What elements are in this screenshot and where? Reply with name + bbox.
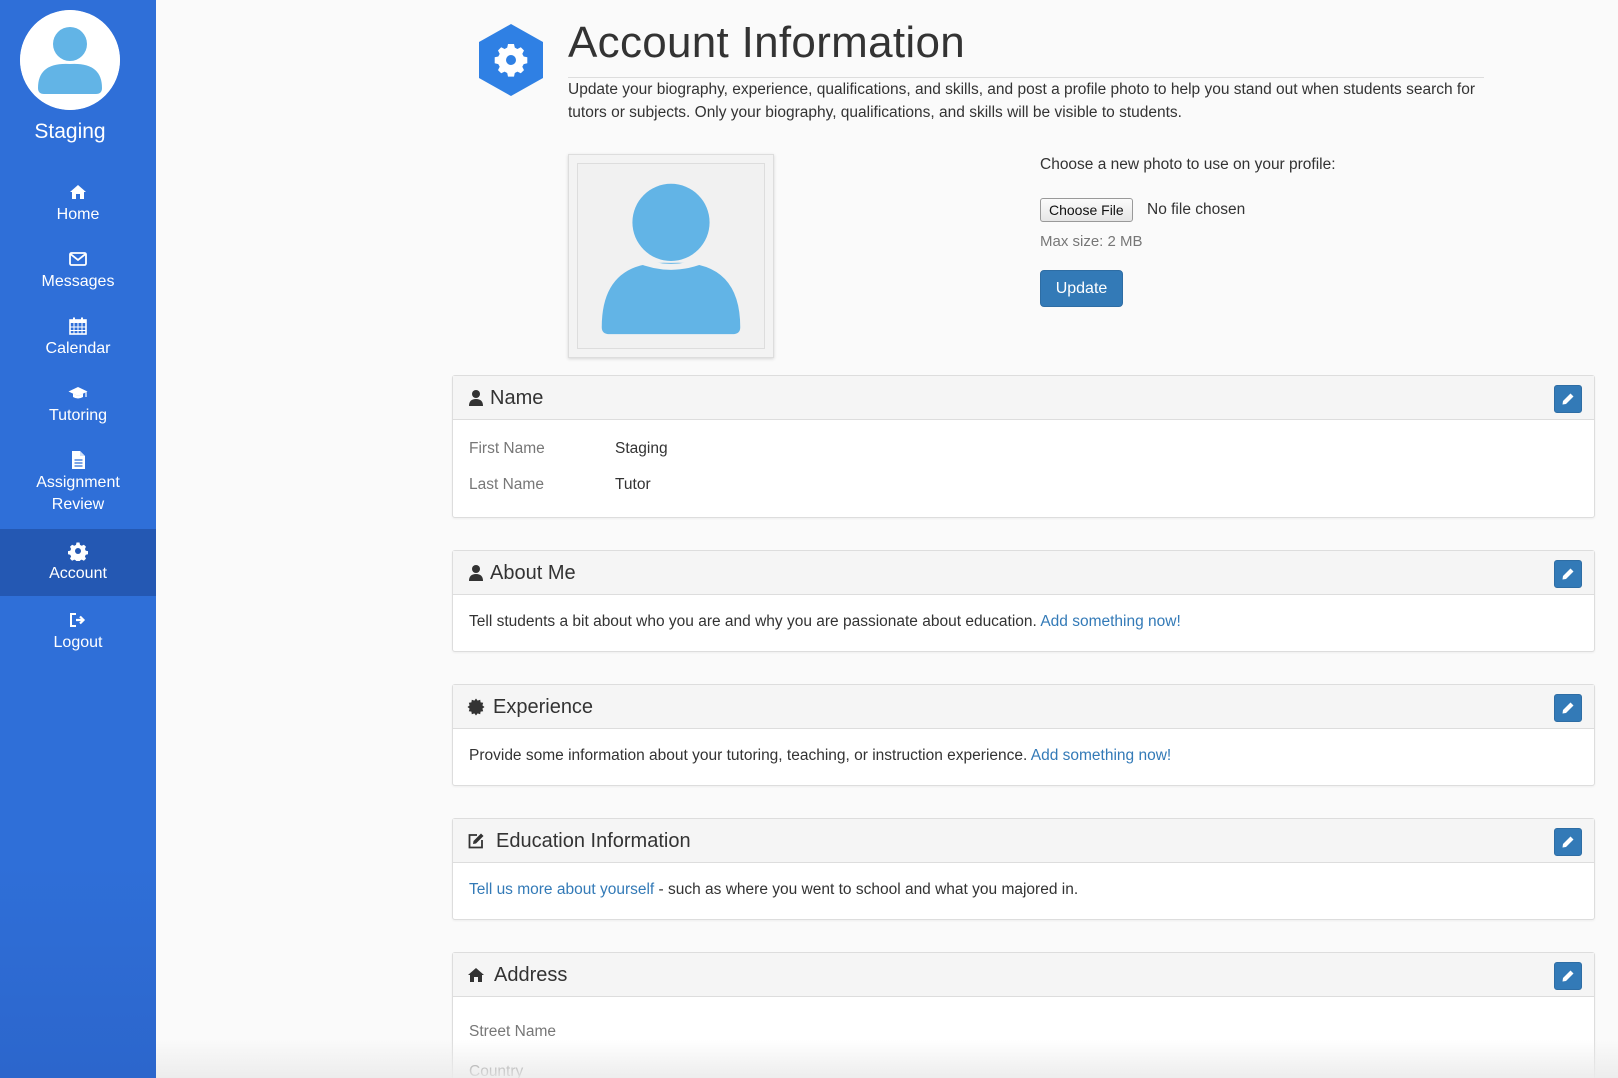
street-name-row: Street Name: [469, 1021, 1578, 1061]
sidebar-item-calendar[interactable]: Calendar: [0, 316, 156, 360]
experience-panel: Experience Provide some information abou…: [452, 684, 1595, 786]
sidebar-item-account[interactable]: Account: [0, 529, 156, 596]
file-icon: [68, 450, 88, 470]
name-panel: Name First Name Staging Last Name Tutor: [452, 375, 1595, 518]
sidebar-item-tutoring[interactable]: Tutoring: [0, 383, 156, 427]
sidebar: Staging Home Messages Calendar Tutoring …: [0, 0, 156, 1078]
field-label: First Name: [469, 440, 545, 457]
panel-header: Name: [453, 376, 1594, 420]
home-icon: [68, 182, 88, 202]
panel-title: Name: [490, 387, 544, 409]
last-name-row: Last Name Tutor: [469, 474, 1578, 510]
panel-title: Experience: [493, 696, 594, 718]
panel-header: About Me: [453, 551, 1594, 595]
graduation-cap-icon: [68, 383, 88, 403]
edit-about-button[interactable]: [1554, 560, 1582, 588]
panel-title: About Me: [490, 562, 576, 584]
sign-out-icon: [68, 610, 88, 630]
user-icon: [467, 389, 485, 407]
pencil-icon: [1562, 702, 1574, 714]
certificate-icon: [467, 698, 485, 716]
sidebar-item-home[interactable]: Home: [0, 182, 156, 226]
brand-name: Staging: [34, 120, 106, 143]
sidebar-item-label: Assignment Review: [36, 474, 120, 513]
edit-square-icon: [467, 832, 485, 850]
choose-photo-label: Choose a new photo to use on your profil…: [1040, 156, 1336, 173]
file-status-text: No file chosen: [1147, 201, 1246, 218]
panel-body: Tell us more about yourself - such as wh…: [453, 863, 1594, 917]
field-value: Staging: [615, 440, 668, 457]
education-text: - such as where you went to school and w…: [654, 881, 1079, 898]
sidebar-item-label: Account: [49, 565, 107, 582]
page-description: Update your biography, experience, quali…: [568, 81, 1476, 121]
panel-body: Street Name Country: [453, 997, 1594, 1078]
pencil-icon: [1562, 836, 1574, 848]
experience-text: Provide some information about your tuto…: [469, 747, 1028, 764]
field-value: Tutor: [615, 476, 651, 493]
edit-education-button[interactable]: [1554, 828, 1582, 856]
page-title: Account Information: [568, 18, 966, 67]
panel-header: Address: [453, 953, 1594, 997]
sidebar-item-label: Home: [56, 206, 100, 223]
user-icon: [467, 564, 485, 582]
panel-title: Address: [494, 964, 568, 986]
max-size-hint: Max size: 2 MB: [1040, 233, 1143, 250]
panel-title: Education Information: [496, 830, 691, 852]
envelope-icon: [68, 249, 88, 269]
education-panel: Education Information Tell us more about…: [452, 818, 1595, 920]
sidebar-item-assignment-review[interactable]: Assignment Review: [0, 450, 156, 516]
field-label: Country: [469, 1063, 524, 1078]
sidebar-item-label: Tutoring: [48, 407, 108, 424]
address-panel: Address Street Name Country: [452, 952, 1595, 1078]
add-about-link[interactable]: Add something now!: [1040, 613, 1180, 630]
gear-icon: [68, 541, 88, 561]
sidebar-item-label: Logout: [53, 634, 103, 651]
user-avatar-icon[interactable]: [20, 10, 120, 110]
edit-address-button[interactable]: [1554, 962, 1582, 990]
profile-placeholder-icon: [577, 163, 765, 349]
field-label: Street Name: [469, 1023, 557, 1040]
about-me-panel: About Me Tell students a bit about who y…: [452, 550, 1595, 652]
edit-name-button[interactable]: [1554, 385, 1582, 413]
tell-us-more-link[interactable]: Tell us more about yourself: [469, 881, 654, 898]
sidebar-item-messages[interactable]: Messages: [0, 249, 156, 293]
panel-body: Tell students a bit about who you are an…: [453, 595, 1594, 649]
pencil-icon: [1562, 568, 1574, 580]
country-row: Country: [469, 1061, 1578, 1078]
first-name-row: First Name Staging: [469, 438, 1578, 474]
home-icon: [467, 966, 485, 984]
panel-header: Experience: [453, 685, 1594, 729]
choose-file-button[interactable]: Choose File: [1040, 198, 1133, 222]
pencil-icon: [1562, 970, 1574, 982]
sidebar-item-logout[interactable]: Logout: [0, 610, 156, 654]
edit-experience-button[interactable]: [1554, 694, 1582, 722]
pencil-icon: [1562, 393, 1574, 405]
panel-body: First Name Staging Last Name Tutor: [453, 420, 1594, 526]
sidebar-item-label: Calendar: [45, 340, 111, 357]
panel-body: Provide some information about your tuto…: [453, 729, 1594, 783]
calendar-icon: [68, 316, 88, 336]
profile-photo: [568, 154, 774, 358]
add-experience-link[interactable]: Add something now!: [1031, 747, 1171, 764]
sidebar-item-label: Messages: [41, 273, 115, 290]
about-text: Tell students a bit about who you are an…: [469, 613, 1037, 630]
field-label: Last Name: [469, 476, 544, 493]
settings-hexagon-icon: [476, 22, 546, 98]
panel-header: Education Information: [453, 819, 1594, 863]
update-photo-button[interactable]: Update: [1040, 270, 1123, 307]
